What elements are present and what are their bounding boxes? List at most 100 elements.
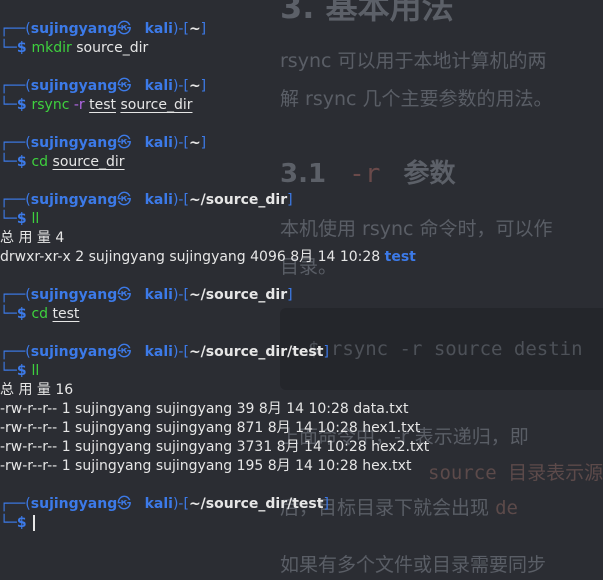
command-line: └─$ mkdir source_dir [0, 39, 148, 58]
output-line: -rw-r--r-- 1 sujingyang sujingyang 871 8… [0, 419, 420, 438]
kali-skull-icon: ㉿ [117, 192, 132, 208]
command-line: └─$ ll [0, 362, 39, 381]
prompt-tree-top: ┌── [0, 344, 26, 360]
prompt-spacer [131, 287, 144, 303]
output-line: -rw-r--r-- 1 sujingyang sujingyang 195 8… [0, 457, 411, 476]
terminal-output[interactable]: ┌──(sujingyang㉿ kali)-[~] └─$ mkdir sourc… [0, 0, 603, 580]
prompt-user: sujingyang [30, 21, 118, 37]
prompt-spacer [131, 344, 144, 360]
prompt-host: kali [144, 496, 173, 512]
prompt-user: sujingyang [30, 135, 118, 151]
prompt-path: ~/source_dir [188, 287, 288, 303]
prompt-user: sujingyang [30, 287, 118, 303]
command-arg: source_dir [52, 154, 125, 170]
prompt-host: kali [144, 344, 173, 360]
prompt-tree-bottom: └─ [0, 515, 17, 531]
prompt-user: sujingyang [30, 192, 118, 208]
prompt-path: ~ [188, 135, 201, 151]
output-text: 总 用 量 16 [0, 382, 74, 398]
prompt-tree-bottom: └─ [0, 154, 17, 170]
output-line: -rw-r--r-- 1 sujingyang sujingyang 3731 … [0, 438, 429, 457]
prompt-header: ┌──(sujingyang㉿ kali)-[~] [0, 77, 206, 96]
prompt-spacer [131, 135, 144, 151]
output-dir-name: test [384, 249, 416, 265]
command-arg: test [89, 97, 116, 113]
output-text: drwxr-xr-x 2 sujingyang sujingyang 4096 … [0, 249, 385, 265]
prompt-path: ~/source_dir [188, 192, 288, 208]
prompt-header: ┌──(sujingyang㉿ kali)-[~] [0, 134, 206, 153]
output-text: -rw-r--r-- 1 sujingyang sujingyang 871 8… [0, 420, 421, 436]
command-line: └─$ ll [0, 210, 39, 229]
prompt-bracket-close: ] [287, 192, 293, 208]
prompt-tree-bottom: └─ [0, 211, 17, 227]
output-text: -rw-r--r-- 1 sujingyang sujingyang 39 8月… [0, 401, 409, 417]
prompt-bracket-close: ] [323, 344, 329, 360]
output-text: -rw-r--r-- 1 sujingyang sujingyang 195 8… [0, 458, 412, 474]
prompt-path: ~ [188, 78, 201, 94]
command-line: └─$ cd test [0, 305, 79, 324]
prompt-header: ┌──(sujingyang㉿ kali)-[~/source_dir/test… [0, 495, 329, 514]
prompt-spacer [131, 496, 144, 512]
output-text: 总 用 量 4 [0, 230, 65, 246]
kali-skull-icon: ㉿ [117, 344, 132, 360]
prompt-tree-bottom: └─ [0, 363, 17, 379]
command-name: ll [31, 363, 40, 379]
prompt-header: ┌──(sujingyang㉿ kali)-[~/source_dir/test… [0, 343, 329, 362]
prompt-tree-top: ┌── [0, 496, 26, 512]
command-name: mkdir [31, 40, 72, 56]
prompt-spacer [131, 78, 144, 94]
prompt-bracket-close: ] [323, 496, 329, 512]
kali-skull-icon: ㉿ [117, 21, 132, 37]
prompt-user: sujingyang [30, 496, 118, 512]
prompt-dollar: $ [16, 40, 32, 56]
prompt-host: kali [144, 78, 173, 94]
command-arg: test [52, 306, 80, 322]
prompt-spacer [131, 192, 144, 208]
command-flag: -r [73, 97, 85, 113]
output-line: drwxr-xr-x 2 sujingyang sujingyang 4096 … [0, 248, 416, 267]
prompt-host: kali [144, 21, 173, 37]
prompt-bracket-close: ] [287, 287, 293, 303]
kali-skull-icon: ㉿ [117, 287, 132, 303]
prompt-tree-bottom: └─ [0, 306, 17, 322]
command-line: └─$ rsync -r test source_dir [0, 96, 192, 115]
prompt-tree-top: ┌── [0, 135, 26, 151]
output-line: -rw-r--r-- 1 sujingyang sujingyang 39 8月… [0, 400, 409, 419]
kali-skull-icon: ㉿ [117, 78, 132, 94]
command-name: cd [31, 306, 49, 322]
prompt-dollar: $ [16, 211, 32, 227]
prompt-header: ┌──(sujingyang㉿ kali)-[~/source_dir] [0, 286, 293, 305]
prompt-dollar: $ [16, 363, 32, 379]
output-line: 总 用 量 16 [0, 381, 73, 400]
prompt-path: ~/source_dir/test [188, 496, 324, 512]
command-line: └─$ cd source_dir [0, 153, 125, 172]
command-arg: source_dir [76, 40, 149, 56]
prompt-tree-top: ┌── [0, 287, 26, 303]
command-arg: source_dir [120, 97, 193, 113]
command-line: └─$ [0, 514, 36, 533]
prompt-header: ┌──(sujingyang㉿ kali)-[~] [0, 20, 206, 39]
output-line: 总 用 量 4 [0, 229, 64, 248]
prompt-tree-bottom: └─ [0, 97, 17, 113]
prompt-bracket-close: ] [200, 21, 207, 37]
kali-skull-icon: ㉿ [117, 135, 132, 151]
prompt-tree-bottom: └─ [0, 40, 17, 56]
text-cursor[interactable] [33, 515, 36, 531]
command-name: ll [31, 211, 40, 227]
prompt-path: ~/source_dir/test [188, 344, 324, 360]
kali-skull-icon: ㉿ [117, 496, 132, 512]
prompt-host: kali [144, 287, 173, 303]
prompt-bracket-close: ] [200, 135, 207, 151]
prompt-user: sujingyang [30, 344, 118, 360]
prompt-header: ┌──(sujingyang㉿ kali)-[~/source_dir] [0, 191, 293, 210]
prompt-tree-top: ┌── [0, 192, 26, 208]
output-text: -rw-r--r-- 1 sujingyang sujingyang 3731 … [0, 439, 430, 455]
prompt-dollar: $ [16, 515, 32, 531]
prompt-host: kali [144, 192, 173, 208]
prompt-dollar: $ [16, 154, 32, 170]
prompt-dollar: $ [16, 306, 32, 322]
command-name: rsync [31, 97, 70, 113]
prompt-host: kali [144, 135, 173, 151]
prompt-user: sujingyang [30, 78, 118, 94]
prompt-tree-top: ┌── [0, 78, 26, 94]
